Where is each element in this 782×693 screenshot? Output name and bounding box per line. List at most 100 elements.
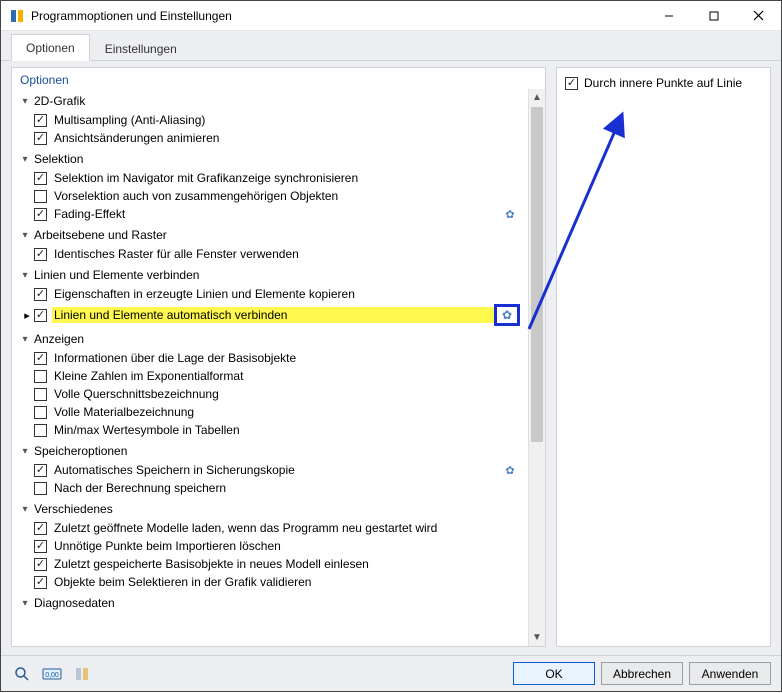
option-label: Eigenschaften in erzeugte Linien und Ele…: [52, 286, 522, 302]
detail-checkbox[interactable]: [565, 77, 578, 90]
group-title: Linien und Elemente verbinden: [32, 268, 199, 282]
group-header[interactable]: ▾Selektion: [16, 149, 524, 169]
option-label: Vorselektion auch von zusammengehörigen …: [52, 188, 522, 204]
checkbox[interactable]: [34, 482, 47, 495]
checkbox[interactable]: [34, 172, 47, 185]
app-icon: [9, 8, 25, 24]
gear-icon[interactable]: ✿: [502, 464, 518, 477]
units-icon[interactable]: 0,00: [41, 663, 63, 685]
checkbox[interactable]: [34, 406, 47, 419]
checkbox[interactable]: [34, 424, 47, 437]
checkbox[interactable]: [34, 132, 47, 145]
gear-icon[interactable]: ✿: [502, 208, 518, 221]
group-title: Anzeigen: [32, 332, 84, 346]
option-label: Identisches Raster für alle Fenster verw…: [52, 246, 522, 262]
ok-button[interactable]: OK: [513, 662, 595, 685]
group-header[interactable]: ▾Speicheroptionen: [16, 441, 524, 461]
option-row[interactable]: Selektion im Navigator mit Grafikanzeige…: [16, 169, 524, 187]
checkbox[interactable]: [34, 576, 47, 589]
checkbox[interactable]: [34, 248, 47, 261]
option-row[interactable]: Informationen über die Lage der Basisobj…: [16, 349, 524, 367]
option-label: Fading-Effekt: [52, 206, 502, 222]
group-3: ▾Linien und Elemente verbindenEigenschaf…: [16, 265, 524, 327]
cancel-button[interactable]: Abbrechen: [601, 662, 683, 685]
group-1: ▾SelektionSelektion im Navigator mit Gra…: [16, 149, 524, 223]
tab-options[interactable]: Optionen: [11, 34, 90, 61]
options-panel: Optionen ▾2D-GrafikMultisampling (Anti-A…: [11, 67, 546, 647]
group-header[interactable]: ▾Diagnosedaten: [16, 593, 524, 613]
gear-icon[interactable]: ✿: [494, 304, 520, 326]
option-row[interactable]: Volle Materialbezeichnung: [16, 403, 524, 421]
window-buttons: [646, 1, 781, 30]
chevron-down-icon: ▾: [18, 270, 32, 281]
group-title: Arbeitsebene und Raster: [32, 228, 167, 242]
option-row[interactable]: Kleine Zahlen im Exponentialformat: [16, 367, 524, 385]
option-row[interactable]: Eigenschaften in erzeugte Linien und Ele…: [16, 285, 524, 303]
checkbox[interactable]: [34, 558, 47, 571]
minimize-button[interactable]: [646, 1, 691, 30]
chevron-down-icon: ▾: [18, 598, 32, 609]
options-tree[interactable]: ▾2D-GrafikMultisampling (Anti-Aliasing)A…: [12, 89, 528, 646]
checkbox[interactable]: [34, 288, 47, 301]
option-label: Selektion im Navigator mit Grafikanzeige…: [52, 170, 522, 186]
option-row[interactable]: Identisches Raster für alle Fenster verw…: [16, 245, 524, 263]
option-row[interactable]: Vorselektion auch von zusammengehörigen …: [16, 187, 524, 205]
option-row[interactable]: Zuletzt gespeicherte Basisobjekte in neu…: [16, 555, 524, 573]
option-row[interactable]: Zuletzt geöffnete Modelle laden, wenn da…: [16, 519, 524, 537]
scroll-down-icon[interactable]: ▼: [529, 629, 545, 646]
option-row[interactable]: Min/max Wertesymbole in Tabellen: [16, 421, 524, 439]
option-row[interactable]: Objekte beim Selektieren in der Grafik v…: [16, 573, 524, 591]
group-header[interactable]: ▾Arbeitsebene und Raster: [16, 225, 524, 245]
bottom-bar: 0,00 OK Abbrechen Anwenden: [1, 655, 781, 691]
defaults-icon[interactable]: [71, 663, 93, 685]
group-header[interactable]: ▾Anzeigen: [16, 329, 524, 349]
checkbox[interactable]: [34, 464, 47, 477]
group-title: Speicheroptionen: [32, 444, 127, 458]
vertical-scrollbar[interactable]: ▲ ▼: [528, 89, 545, 646]
option-row[interactable]: ▸Linien und Elemente automatisch verbind…: [16, 303, 524, 327]
group-header[interactable]: ▾2D-Grafik: [16, 91, 524, 111]
checkbox[interactable]: [34, 114, 47, 127]
titlebar: Programmoptionen und Einstellungen: [1, 1, 781, 31]
detail-panel: Durch innere Punkte auf Linie: [556, 67, 771, 647]
option-label: Zuletzt gespeicherte Basisobjekte in neu…: [52, 556, 522, 572]
group-header[interactable]: ▾Verschiedenes: [16, 499, 524, 519]
option-row[interactable]: Multisampling (Anti-Aliasing): [16, 111, 524, 129]
option-row[interactable]: Nach der Berechnung speichern: [16, 479, 524, 497]
tab-strip: Optionen Einstellungen: [1, 31, 781, 61]
tab-settings[interactable]: Einstellungen: [90, 35, 192, 61]
option-label: Kleine Zahlen im Exponentialformat: [52, 368, 522, 384]
option-row[interactable]: Ansichtsänderungen animieren: [16, 129, 524, 147]
group-title: Verschiedenes: [32, 502, 113, 516]
window-title: Programmoptionen und Einstellungen: [31, 9, 646, 23]
option-row[interactable]: Unnötige Punkte beim Importieren löschen: [16, 537, 524, 555]
option-row[interactable]: Automatisches Speichern in Sicherungskop…: [16, 461, 524, 479]
option-label: Volle Querschnittsbezeichnung: [52, 386, 522, 402]
chevron-down-icon: ▾: [18, 96, 32, 107]
checkbox[interactable]: [34, 388, 47, 401]
checkbox[interactable]: [34, 309, 47, 322]
option-label: Nach der Berechnung speichern: [52, 480, 522, 496]
group-5: ▾SpeicheroptionenAutomatisches Speichern…: [16, 441, 524, 497]
checkbox[interactable]: [34, 540, 47, 553]
option-label: Linien und Elemente automatisch verbinde…: [52, 307, 494, 323]
option-label: Zuletzt geöffnete Modelle laden, wenn da…: [52, 520, 522, 536]
group-0: ▾2D-GrafikMultisampling (Anti-Aliasing)A…: [16, 91, 524, 147]
scroll-up-icon[interactable]: ▲: [529, 89, 545, 106]
option-row[interactable]: Volle Querschnittsbezeichnung: [16, 385, 524, 403]
group-header[interactable]: ▾Linien und Elemente verbinden: [16, 265, 524, 285]
search-icon[interactable]: [11, 663, 33, 685]
checkbox[interactable]: [34, 208, 47, 221]
checkbox[interactable]: [34, 522, 47, 535]
apply-button[interactable]: Anwenden: [689, 662, 771, 685]
option-label: Objekte beim Selektieren in der Grafik v…: [52, 574, 522, 590]
close-button[interactable]: [736, 1, 781, 30]
checkbox[interactable]: [34, 190, 47, 203]
maximize-button[interactable]: [691, 1, 736, 30]
option-row[interactable]: Fading-Effekt✿: [16, 205, 524, 223]
chevron-down-icon: ▾: [18, 446, 32, 457]
checkbox[interactable]: [34, 370, 47, 383]
checkbox[interactable]: [34, 352, 47, 365]
option-label: Unnötige Punkte beim Importieren löschen: [52, 538, 522, 554]
scrollbar-thumb[interactable]: [531, 107, 543, 442]
